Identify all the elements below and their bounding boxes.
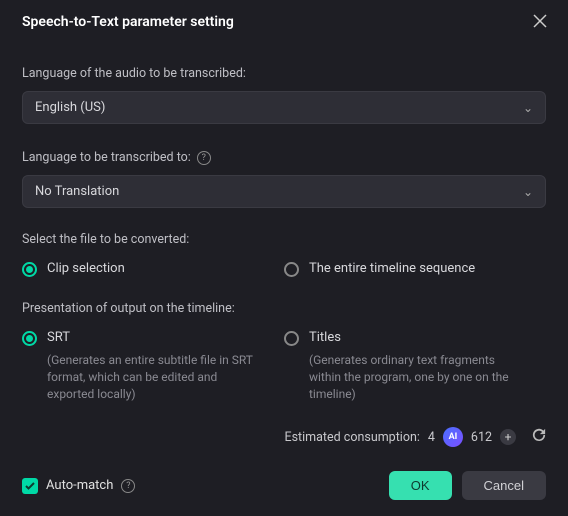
cancel-button[interactable]: Cancel — [462, 471, 546, 500]
chevron-down-icon: ⌄ — [523, 101, 533, 115]
radio-srt-desc: (Generates an entire subtitle file in SR… — [47, 352, 267, 402]
audio-language-value: English (US) — [35, 100, 105, 115]
close-button[interactable] — [528, 10, 552, 34]
estimate-label: Estimated consumption: — [284, 430, 419, 445]
radio-entire-timeline[interactable]: The entire timeline sequence — [284, 261, 546, 277]
target-language-select[interactable]: No Translation ⌄ — [22, 175, 546, 208]
add-credits-button[interactable]: + — [500, 429, 516, 445]
file-select-label: Select the file to be converted: — [22, 232, 546, 247]
ok-button[interactable]: OK — [389, 471, 452, 500]
target-language-label: Language to be transcribed to: ? — [22, 150, 546, 165]
radio-timeline-label: The entire timeline sequence — [309, 261, 475, 276]
radio-titles-label: Titles — [309, 330, 341, 345]
auto-match-label: Auto-match — [46, 478, 113, 493]
audio-language-select[interactable]: English (US) ⌄ — [22, 91, 546, 124]
radio-icon — [22, 331, 37, 346]
target-language-value: No Translation — [35, 184, 119, 199]
target-language-field: Language to be transcribed to: ? No Tran… — [22, 150, 546, 208]
radio-titles-desc: (Generates ordinary text fragments withi… — [309, 352, 529, 402]
output-section: Presentation of output on the timeline: … — [22, 301, 546, 402]
radio-srt[interactable]: SRT — [22, 330, 284, 346]
radio-icon — [284, 331, 299, 346]
dialog-title: Speech-to-Text parameter setting — [22, 14, 234, 30]
output-radios: SRT (Generates an entire subtitle file i… — [22, 330, 546, 402]
output-label: Presentation of output on the timeline: — [22, 301, 546, 316]
dialog-header: Speech-to-Text parameter setting — [0, 0, 568, 42]
stt-settings-dialog: Speech-to-Text parameter setting Languag… — [0, 0, 568, 516]
estimate-value: 4 — [428, 430, 435, 445]
close-icon — [533, 14, 547, 28]
chevron-down-icon: ⌄ — [523, 185, 533, 199]
auto-match-row: Auto-match ? — [22, 478, 135, 494]
help-icon[interactable]: ? — [121, 479, 135, 493]
radio-srt-label: SRT — [47, 330, 70, 345]
ai-badge-icon: AI — [443, 427, 463, 447]
estimate-row: Estimated consumption: 4 AI 612 + — [0, 427, 568, 447]
refresh-icon — [532, 428, 546, 442]
audio-language-label: Language of the audio to be transcribed: — [22, 66, 546, 81]
file-select-radios: Clip selection The entire timeline seque… — [22, 261, 546, 277]
audio-language-field: Language of the audio to be transcribed:… — [22, 66, 546, 124]
file-select-section: Select the file to be converted: Clip se… — [22, 232, 546, 277]
credits-value: 612 — [471, 430, 492, 445]
radio-icon — [22, 262, 37, 277]
help-icon[interactable]: ? — [197, 151, 211, 165]
radio-icon — [284, 262, 299, 277]
target-language-label-text: Language to be transcribed to: — [22, 150, 191, 165]
radio-clip-label: Clip selection — [47, 261, 125, 276]
dialog-footer: Auto-match ? OK Cancel — [0, 461, 568, 516]
radio-titles[interactable]: Titles — [284, 330, 546, 346]
auto-match-checkbox[interactable] — [22, 478, 38, 494]
refresh-button[interactable] — [532, 428, 546, 446]
dialog-content: Language of the audio to be transcribed:… — [0, 42, 568, 427]
radio-clip-selection[interactable]: Clip selection — [22, 261, 284, 277]
check-icon — [25, 481, 35, 491]
button-row: OK Cancel — [389, 471, 546, 500]
